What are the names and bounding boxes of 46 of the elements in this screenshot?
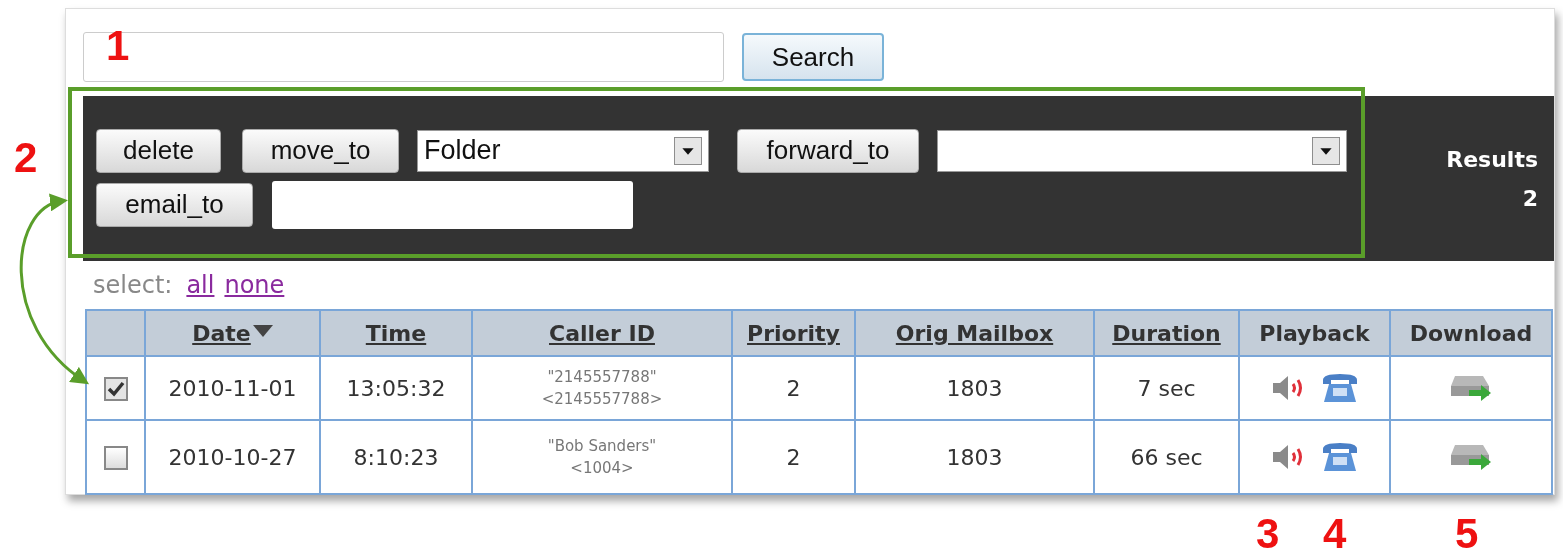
duration-cell: 7 sec [1137, 375, 1196, 401]
column-header[interactable]: Duration [1112, 320, 1221, 346]
search-button[interactable]: Search [742, 33, 884, 81]
telephone-icon[interactable] [1320, 372, 1359, 404]
column-header[interactable]: Date [192, 320, 251, 346]
caller-number: <1004> [569, 458, 635, 479]
results-label: Results [1446, 146, 1538, 172]
column-header[interactable]: Orig Mailbox [895, 320, 1054, 346]
column-header[interactable]: Caller ID [549, 320, 655, 346]
caller-name: "2145557788" [546, 367, 658, 388]
row-checkbox[interactable] [103, 446, 128, 470]
column-header: Playback [1259, 320, 1370, 346]
dropdown[interactable]: Folder [417, 129, 709, 172]
priority-cell: 2 [786, 375, 801, 401]
action-button[interactable]: move_to [242, 128, 399, 173]
mailbox-cell: 1803 [946, 444, 1003, 470]
priority-cell: 2 [786, 444, 801, 470]
annotation-number: 5 [1455, 512, 1479, 556]
select-link[interactable]: all [186, 271, 215, 299]
duration-cell: 66 sec [1130, 444, 1203, 470]
sort-descending-icon [252, 324, 273, 337]
action-button[interactable]: forward_to [737, 128, 919, 173]
caller-number: <2145557788> [540, 389, 664, 410]
column-header[interactable]: Priority [747, 320, 840, 346]
column-header: Download [1409, 320, 1533, 346]
select-link[interactable]: none [224, 271, 285, 299]
annotation-number: 1 [106, 24, 130, 68]
search-field[interactable] [83, 32, 724, 82]
select-label: select: [93, 271, 173, 299]
column-header[interactable]: Time [365, 320, 427, 346]
date-cell: 2010-11-01 [168, 375, 297, 401]
action-button[interactable]: email_to [96, 182, 253, 227]
telephone-icon[interactable] [1320, 441, 1359, 473]
mailbox-cell: 1803 [946, 375, 1003, 401]
annotation-number: 3 [1256, 512, 1280, 556]
time-cell: 8:10:23 [353, 444, 439, 470]
caller-name: "Bob Sanders" [546, 436, 658, 457]
email-field[interactable] [272, 180, 633, 229]
date-cell: 2010-10-27 [168, 444, 297, 470]
time-cell: 13:05:32 [346, 375, 446, 401]
action-button[interactable]: delete [96, 128, 221, 173]
row-checkbox[interactable] [103, 377, 128, 401]
dropdown[interactable] [937, 129, 1347, 172]
annotation-number: 2 [14, 136, 38, 180]
results-count: 2 [1522, 185, 1538, 211]
annotation-number: 4 [1323, 512, 1347, 556]
